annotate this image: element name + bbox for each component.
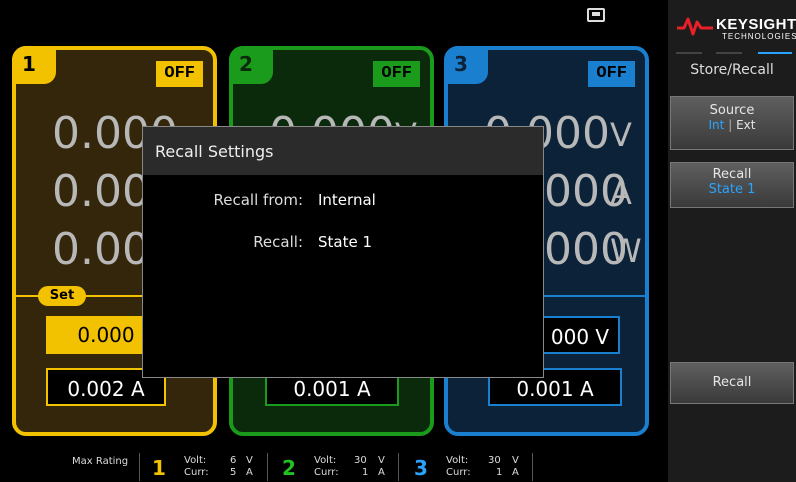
separator [139, 453, 140, 481]
rating-ch3-volt-unit: V [512, 455, 519, 466]
rating-ch3-number: 3 [414, 456, 428, 480]
volt-label: Volt: [184, 455, 207, 466]
rating-ch2-number: 2 [282, 456, 296, 480]
set-badge: Set [38, 286, 86, 306]
source-label: Source [709, 103, 755, 118]
source-ext-option: Ext [736, 118, 756, 132]
curr-label: Curr: [184, 467, 209, 478]
rating-ch2-curr-unit: A [378, 467, 385, 478]
power-unit: W [610, 232, 642, 270]
tab-indicator [716, 52, 742, 54]
recall-value: State 1 [708, 182, 756, 197]
set-voltage-field[interactable]: 000 V [540, 316, 620, 354]
current-unit: A [610, 174, 632, 212]
rating-ch2-curr: 1 [362, 467, 369, 478]
menu-title: Store/Recall [690, 62, 774, 78]
recall-button[interactable]: Recall [670, 362, 794, 404]
output-state-badge: OFF [588, 61, 635, 87]
channel-number: 1 [12, 46, 56, 84]
rating-ch1-curr: 5 [230, 467, 237, 478]
brand-logo: KEYSIGHT [716, 16, 796, 33]
volt-label: Volt: [314, 455, 337, 466]
rating-ch1-volt-unit: V [246, 455, 253, 466]
recall-from-label: Recall from: [213, 191, 303, 209]
separator [398, 453, 399, 481]
volt-label: Volt: [446, 455, 469, 466]
rating-ch3-curr-unit: A [512, 467, 519, 478]
recall-settings-dialog[interactable]: Recall Settings Recall from: Internal Re… [142, 126, 544, 378]
max-rating-bar: Max Rating 1 Volt: Curr: 6 V 5 A 2 Volt:… [0, 452, 668, 482]
source-separator: | [728, 118, 733, 132]
keysight-wave-icon [677, 17, 713, 36]
dialog-title: Recall Settings [143, 127, 543, 175]
curr-label: Curr: [446, 467, 471, 478]
recall-state-value: State 1 [318, 233, 373, 251]
channel-number: 3 [444, 46, 488, 84]
rating-ch3-curr: 1 [496, 467, 503, 478]
source-softkey[interactable]: Source Int | Ext [670, 96, 794, 150]
tab-indicator [676, 52, 702, 54]
source-int-option: Int [708, 118, 725, 132]
status-bar [0, 0, 668, 36]
voltage-unit: V [610, 116, 632, 154]
rating-ch2-volt-unit: V [378, 455, 385, 466]
channel-number: 2 [229, 46, 273, 84]
recall-from-value: Internal [318, 191, 376, 209]
tab-indicator-active [758, 52, 792, 54]
recall-state-softkey[interactable]: Recall State 1 [670, 162, 794, 208]
brand-subtitle: TECHNOLOGIES [722, 32, 796, 41]
curr-label: Curr: [314, 467, 339, 478]
recall-state-label: Recall: [253, 233, 303, 251]
rating-ch3-volt: 30 [488, 455, 501, 466]
rating-ch1-curr-unit: A [246, 467, 253, 478]
usb-icon [587, 8, 605, 22]
separator [532, 453, 533, 481]
output-state-badge: OFF [373, 61, 420, 87]
output-state-badge: OFF [156, 61, 203, 87]
max-rating-label: Max Rating [72, 456, 129, 467]
rating-ch1-number: 1 [152, 456, 166, 480]
recall-label: Recall [712, 167, 752, 182]
rating-ch1-volt: 6 [230, 455, 237, 466]
separator [267, 453, 268, 481]
rating-ch2-volt: 30 [354, 455, 367, 466]
